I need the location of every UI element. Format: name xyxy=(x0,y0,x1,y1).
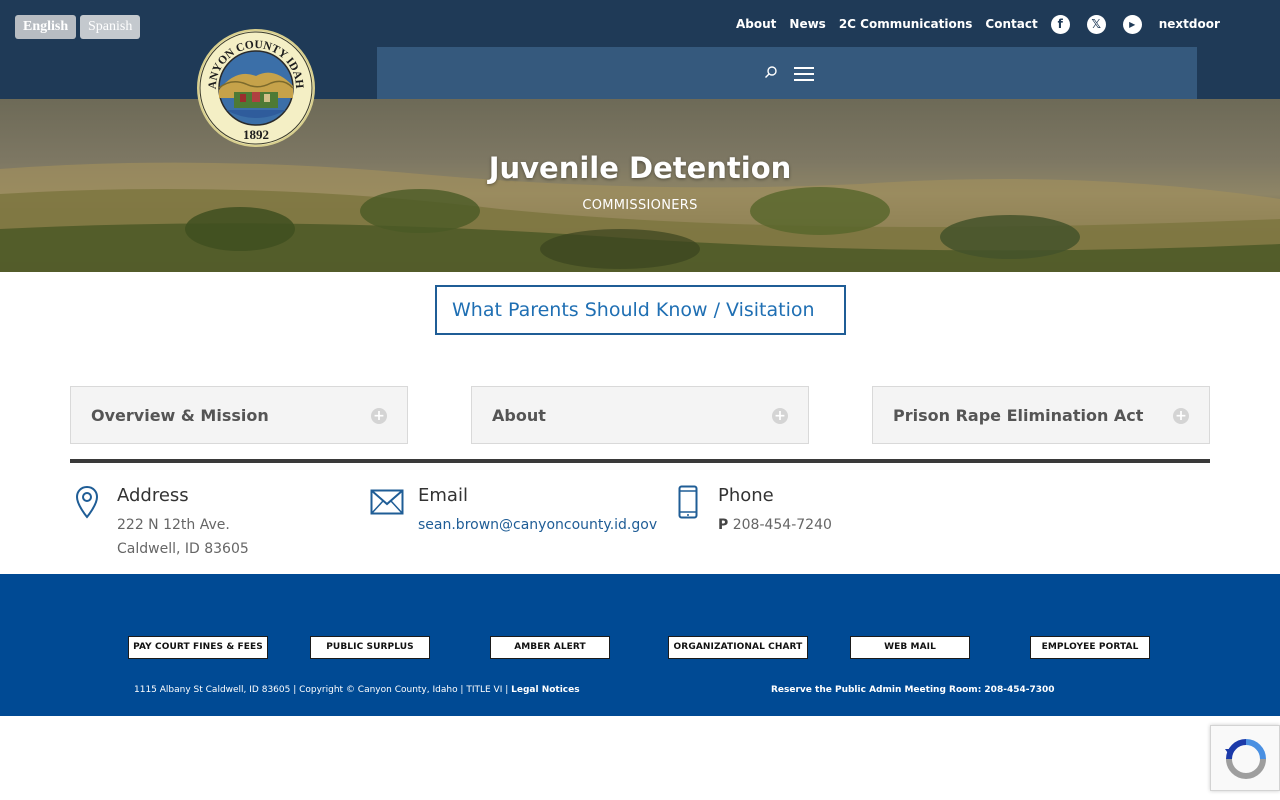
address-title: Address xyxy=(117,485,189,506)
page-title: Juvenile Detention xyxy=(488,151,792,185)
nav-communications-link[interactable]: 2C Communications xyxy=(839,17,973,31)
footer-copyright-text: 1115 Albany St Caldwell, ID 83605 | Copy… xyxy=(134,685,509,695)
language-english-button[interactable]: English xyxy=(15,15,77,39)
recaptcha-icon xyxy=(1225,739,1266,779)
organizational-chart-button[interactable]: ORGANIZATIONAL CHART xyxy=(668,636,808,659)
mobile-phone-icon xyxy=(678,485,698,519)
reserve-room-text: Reserve the Public Admin Meeting Room: 2… xyxy=(771,685,1055,695)
address-line-2: Caldwell, ID 83605 xyxy=(117,541,249,557)
search-icon[interactable] xyxy=(764,65,778,79)
expand-plus-icon: + xyxy=(1173,408,1189,424)
site-footer: PAY COURT FINES & FEES PUBLIC SURPLUS AM… xyxy=(0,574,1280,716)
amber-alert-button[interactable]: AMBER ALERT xyxy=(490,636,610,659)
toggle-about[interactable]: About + xyxy=(471,386,809,444)
hero-banner: Juvenile Detention COMMISSIONERS xyxy=(0,99,1280,272)
facebook-icon[interactable]: f xyxy=(1050,14,1070,34)
toggle-prison-rape-elimination-act[interactable]: Prison Rape Elimination Act + xyxy=(872,386,1210,444)
reserve-room-phone: Reserve the Public Admin Meeting Room: 2… xyxy=(771,685,1055,695)
top-navigation: About News 2C Communications Contact f 𝕏… xyxy=(736,14,1220,34)
email-title: Email xyxy=(418,485,468,506)
phone-number: P 208-454-7240 xyxy=(718,513,832,537)
pay-court-fines-button[interactable]: PAY COURT FINES & FEES xyxy=(128,636,268,659)
public-surplus-button[interactable]: PUBLIC SURPLUS xyxy=(310,636,430,659)
map-pin-icon xyxy=(75,485,99,519)
expand-plus-icon: + xyxy=(371,408,387,424)
employee-portal-button[interactable]: EMPLOYEE PORTAL xyxy=(1030,636,1150,659)
address-line-1: 222 N 12th Ave. xyxy=(117,517,230,533)
nav-about-link[interactable]: About xyxy=(736,17,776,31)
youtube-icon[interactable]: ▶ xyxy=(1122,14,1142,34)
toggle-label: Overview & Mission xyxy=(91,406,269,425)
legal-notices-link[interactable]: Legal Notices xyxy=(511,685,579,695)
site-header: English Spanish About News 2C Communicat… xyxy=(0,0,1280,99)
hillside-background-image xyxy=(0,162,1280,272)
seal-year-text: 1892 xyxy=(243,127,269,142)
toggle-label: Prison Rape Elimination Act xyxy=(893,406,1144,425)
language-spanish-button[interactable]: Spanish xyxy=(80,15,141,39)
section-divider xyxy=(70,459,1210,463)
main-nav-panel xyxy=(377,47,1197,99)
toggle-overview-mission[interactable]: Overview & Mission + xyxy=(70,386,408,444)
visitation-info-button[interactable]: What Parents Should Know / Visitation xyxy=(435,285,846,335)
web-mail-button[interactable]: WEB MAIL xyxy=(850,636,970,659)
nav-news-link[interactable]: News xyxy=(789,17,825,31)
email-link[interactable]: sean.brown@canyoncounty.id.gov xyxy=(418,517,657,533)
footer-address-line: 1115 Albany St Caldwell, ID 83605 | Copy… xyxy=(134,685,580,695)
nextdoor-link[interactable]: nextdoor xyxy=(1159,17,1220,31)
phone-value: 208-454-7240 xyxy=(732,517,832,533)
county-seal-logo[interactable]: CANYON COUNTY IDAHO 1892 xyxy=(196,28,316,148)
recaptcha-badge[interactable] xyxy=(1210,725,1280,791)
phone-title: Phone xyxy=(718,485,774,506)
envelope-icon xyxy=(370,489,404,515)
expand-plus-icon: + xyxy=(772,408,788,424)
x-icon[interactable]: 𝕏 xyxy=(1086,14,1106,34)
page-subtitle: COMMISSIONERS xyxy=(582,198,698,213)
nav-contact-link[interactable]: Contact xyxy=(985,17,1037,31)
phone-prefix: P xyxy=(718,517,729,533)
hamburger-menu-icon[interactable] xyxy=(794,67,814,81)
toggle-label: About xyxy=(492,406,546,425)
